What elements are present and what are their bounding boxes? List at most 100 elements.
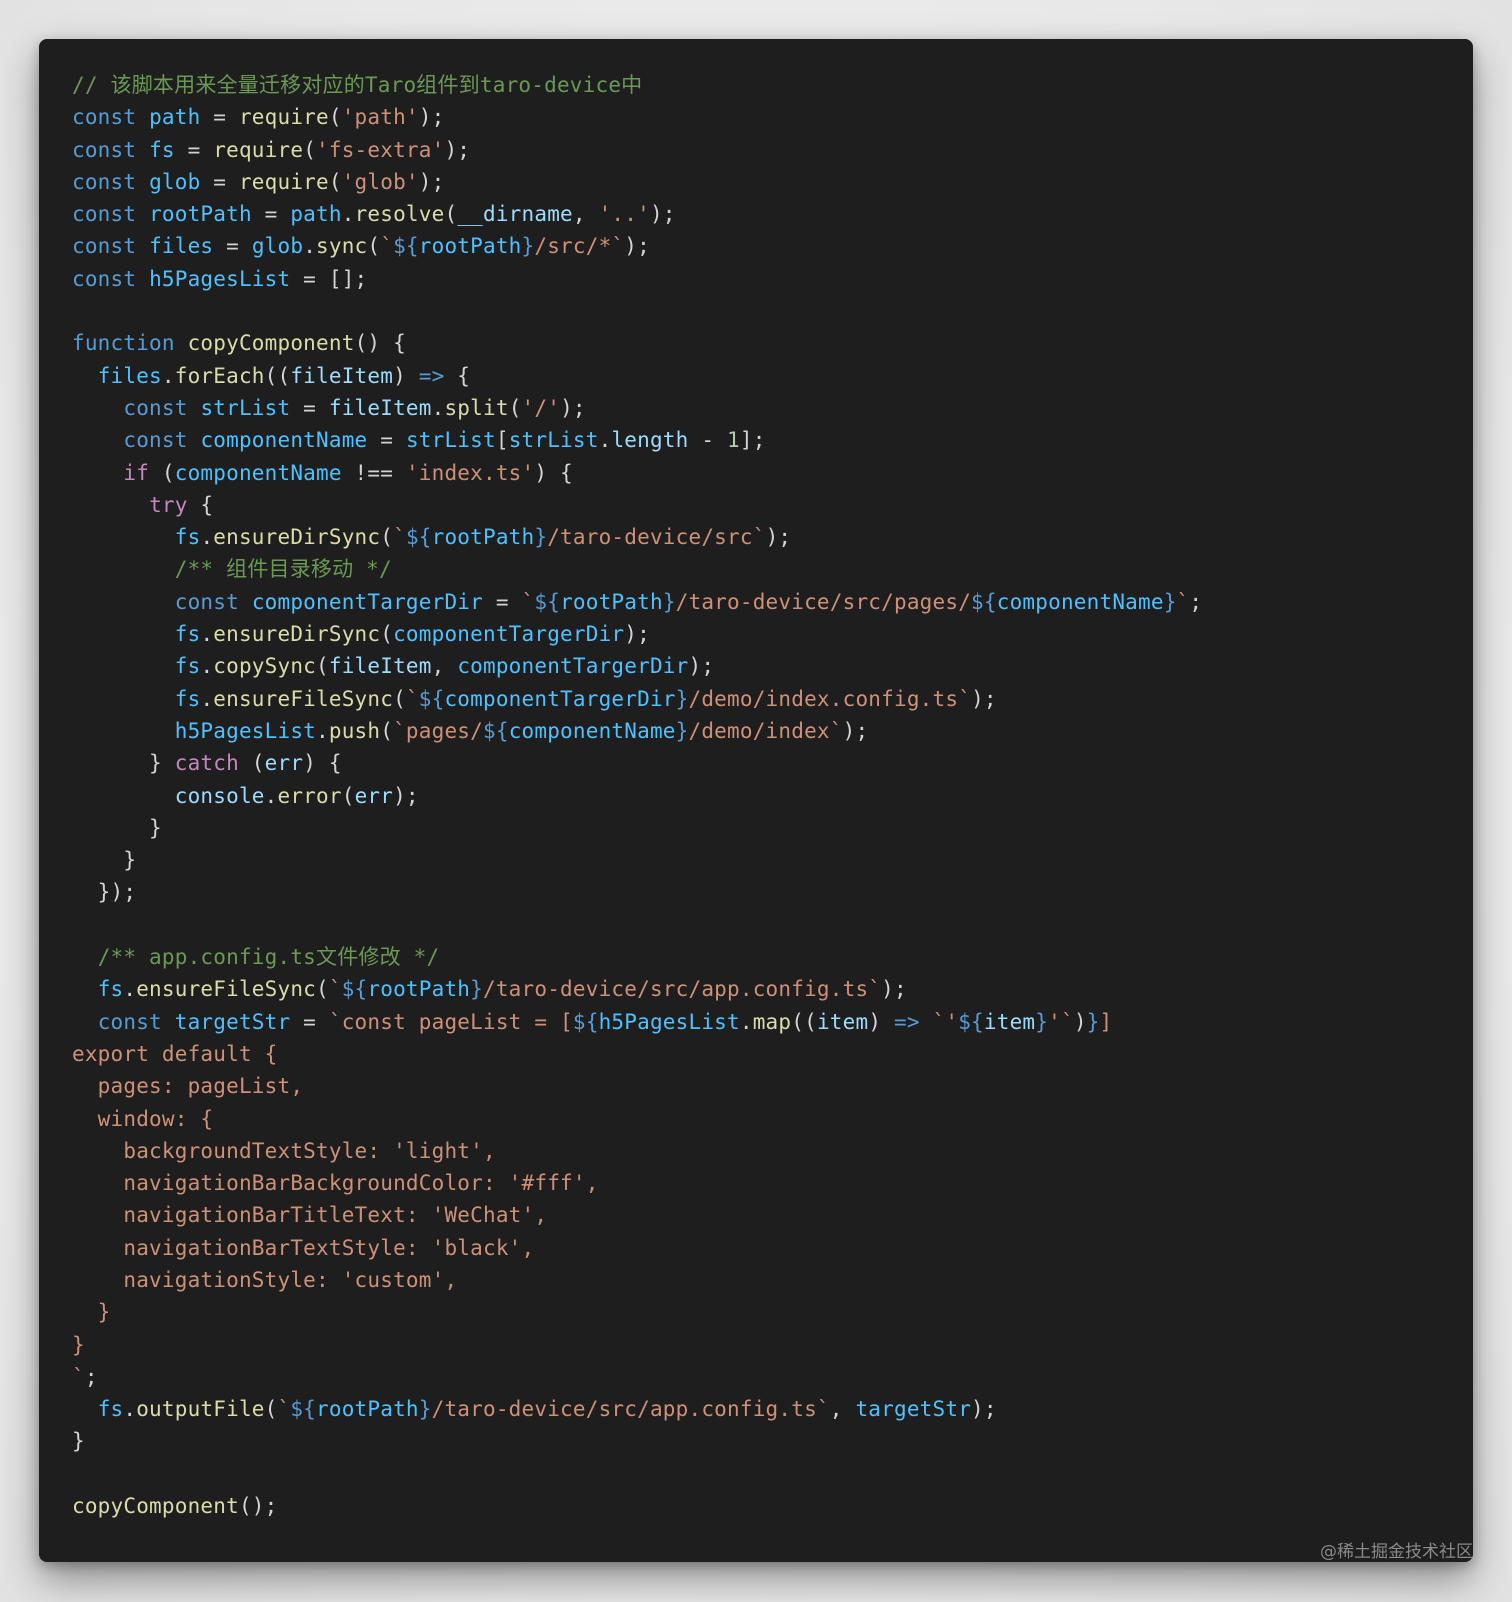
code-token: . — [316, 718, 329, 743]
code-token: ${ — [341, 977, 368, 1002]
code-token: `const pageList = [ — [328, 1009, 573, 1034]
code-token: ); — [842, 718, 869, 743]
code-token: . — [123, 977, 137, 1002]
code-line: /** app.config.ts文件修改 */ — [72, 941, 1202, 973]
code-token: ensureFileSync — [213, 686, 394, 711]
code-token: (( — [264, 363, 291, 388]
code-token: ( — [393, 686, 406, 711]
code-token: } — [675, 718, 689, 743]
code-token: ); — [765, 525, 792, 550]
code-token: = — [290, 395, 329, 420]
code-token: ); — [624, 622, 650, 647]
code-token: = — [290, 1009, 329, 1034]
code-token: ensureFileSync — [136, 977, 317, 1002]
code-token: fs — [97, 1397, 124, 1422]
code-token: ); — [881, 977, 907, 1002]
code-token: ( — [508, 395, 522, 420]
code-token: . — [200, 686, 214, 711]
code-token: componentTargerDir — [444, 686, 676, 711]
code-token: const — [123, 395, 188, 420]
code-token: componentTargerDir — [457, 654, 689, 679]
code-token: } — [72, 1300, 111, 1325]
code-line: copyComponent(); — [72, 1490, 1202, 1522]
code-token: componentName — [200, 428, 368, 453]
code-token: ` — [277, 1397, 291, 1422]
code-token: ` — [521, 589, 535, 614]
code-token: rootPath — [560, 589, 663, 614]
code-token: ); — [624, 234, 650, 259]
code-token: '` — [1048, 1009, 1074, 1034]
code-token: ); — [560, 395, 586, 420]
code-token: , — [431, 654, 458, 679]
code-token: /demo/index` — [688, 718, 843, 743]
code-token: push — [328, 718, 381, 743]
code-line: navigationBarTextStyle: 'black', — [72, 1232, 1202, 1264]
code-token: ; — [1189, 589, 1203, 614]
code-token: 'index.ts' — [405, 460, 535, 485]
code-token: h5PagesList — [149, 266, 291, 291]
code-token: . — [200, 525, 214, 550]
code-block[interactable]: // 该脚本用来全量迁移对应的Taro组件到taro-device中 const … — [72, 69, 1202, 1522]
code-token: const — [174, 589, 239, 614]
code-token: ` — [328, 977, 342, 1002]
code-token: pages: pageList, — [72, 1074, 304, 1099]
code-token: if — [123, 460, 150, 485]
code-token: , — [572, 202, 599, 227]
code-line: const path = require('path'); — [72, 101, 1202, 133]
code-token: ) — [1073, 1009, 1087, 1034]
code-token: ] — [1099, 1009, 1113, 1034]
code-token: require — [238, 105, 329, 130]
code-token: . — [598, 428, 612, 453]
code-line: h5PagesList.push(`pages/${componentName}… — [72, 715, 1202, 747]
code-token: navigationBarTitleText: 'WeChat', — [72, 1203, 548, 1228]
code-token: . — [264, 783, 278, 808]
code-token: => — [418, 363, 445, 388]
code-token: /taro-device/src/app.config.ts` — [431, 1397, 830, 1422]
code-token: fs — [174, 622, 201, 647]
code-token: require — [213, 137, 304, 162]
code-token: } — [1035, 1009, 1049, 1034]
code-line: const componentTargerDir = `${rootPath}/… — [72, 586, 1202, 618]
code-token: ); — [649, 202, 676, 227]
code-line: fs.outputFile(`${rootPath}/taro-device/s… — [72, 1393, 1202, 1425]
code-token: () { — [354, 331, 406, 356]
code-token: ( — [328, 169, 342, 194]
code-token: } — [470, 977, 483, 1002]
code-token: (( — [791, 1009, 817, 1034]
code-token: outputFile — [136, 1397, 265, 1422]
code-token: componentTargerDir — [251, 589, 483, 614]
code-line: } — [72, 1329, 1202, 1361]
code-token: forEach — [174, 363, 265, 388]
code-token: ${ — [534, 589, 561, 614]
code-token: } — [675, 686, 689, 711]
code-token: '..' — [598, 202, 650, 227]
code-token: fs — [149, 137, 175, 162]
code-line: fs.copySync(fileItem, componentTargerDir… — [72, 650, 1202, 682]
code-token: [ — [495, 428, 509, 453]
code-token: ${ — [971, 589, 997, 614]
code-token: ${ — [483, 718, 509, 743]
code-token: }); — [72, 880, 137, 905]
code-token: . — [303, 234, 317, 259]
code-line: const rootPath = path.resolve(__dirname,… — [72, 198, 1202, 230]
code-token: . — [123, 1397, 137, 1422]
code-token: } — [72, 751, 175, 776]
code-token: 1 — [727, 428, 740, 453]
code-token: /taro-device/src/app.config.ts` — [483, 977, 882, 1002]
code-line: ​ — [72, 1458, 1202, 1490]
code-token: } — [662, 589, 676, 614]
